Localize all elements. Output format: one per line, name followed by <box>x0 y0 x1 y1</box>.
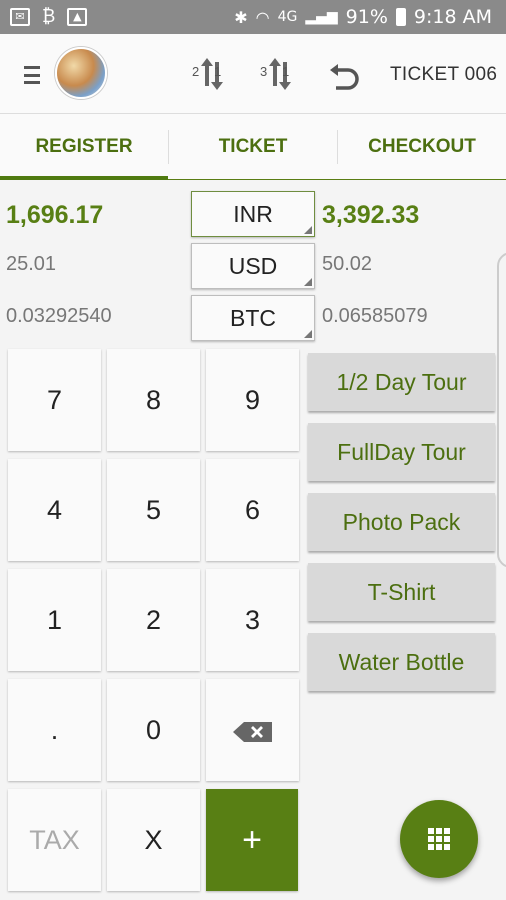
btc-amount-right: 0.06585079 <box>322 305 428 327</box>
currency-button-usd[interactable]: USD <box>191 243 315 289</box>
product-button-fullday-tour[interactable]: FullDay Tour <box>308 423 495 481</box>
backspace-icon <box>232 721 272 742</box>
sort-b-second: 1 <box>282 64 290 79</box>
usd-amount-left: 25.01 <box>6 253 57 275</box>
sort-button-b[interactable]: 3 1 <box>260 54 300 94</box>
notification-icons: ✉ ₿ ▲ <box>10 6 88 27</box>
sort-a-first: 2 <box>192 64 200 79</box>
currency-code: USD <box>228 253 278 279</box>
app-bar: 2 1 3 1 TICKET 006 <box>0 34 506 114</box>
edge-panel-handle[interactable] <box>497 252 506 568</box>
tab-checkout[interactable]: CHECKOUT <box>338 114 506 180</box>
currency-button-inr[interactable]: INR <box>191 191 315 237</box>
key-5[interactable]: 5 <box>107 459 200 561</box>
key-1[interactable]: 1 <box>8 569 101 671</box>
ticket-title: TICKET 006 <box>390 64 498 85</box>
bitcoin-icon: ₿ <box>42 6 56 27</box>
inr-amount-left: 1,696.17 <box>6 201 104 229</box>
network-label: 4G <box>277 9 298 25</box>
key-decimal[interactable]: . <box>8 679 101 781</box>
inr-amount-right: 3,392.33 <box>322 201 420 229</box>
add-button[interactable]: + <box>206 789 298 891</box>
pos-app: ✉ ₿ ▲ ✱ ◠ 4G ▂▄▆ 91% 9:18 AM 2 1 3 1 TIC… <box>0 0 506 900</box>
wifi-icon: ◠ <box>255 7 270 27</box>
grid-icon <box>428 828 450 850</box>
app-logo[interactable] <box>55 47 107 99</box>
battery-icon <box>395 8 406 26</box>
key-4[interactable]: 4 <box>8 459 101 561</box>
key-7[interactable]: 7 <box>8 349 101 451</box>
image-icon: ▲ <box>67 7 88 26</box>
undo-icon <box>330 64 359 90</box>
key-0[interactable]: 0 <box>107 679 200 781</box>
currency-button-btc[interactable]: BTC <box>191 295 315 341</box>
key-3[interactable]: 3 <box>206 569 299 671</box>
currency-code: BTC <box>230 305 276 331</box>
product-button-water-bottle[interactable]: Water Bottle <box>308 633 495 691</box>
product-button-t-shirt[interactable]: T-Shirt <box>308 563 495 621</box>
dropdown-corner-icon <box>304 330 312 338</box>
tab-register[interactable]: REGISTER <box>0 114 168 180</box>
system-icons: ✱ ◠ 4G ▂▄▆ 91% 9:18 AM <box>234 6 492 28</box>
currency-row-inr: 1,696.17 INR 3,392.33 <box>0 191 506 241</box>
key-8[interactable]: 8 <box>107 349 200 451</box>
status-bar: ✉ ₿ ▲ ✱ ◠ 4G ▂▄▆ 91% 9:18 AM <box>0 0 506 34</box>
undo-button[interactable] <box>328 58 362 92</box>
currency-row-btc: 0.03292540 BTC 0.06585079 <box>0 295 506 345</box>
tax-button[interactable]: TAX <box>8 789 101 891</box>
key-6[interactable]: 6 <box>206 459 299 561</box>
key-2[interactable]: 2 <box>107 569 200 671</box>
currency-code: INR <box>233 201 273 227</box>
sort-a-second: 1 <box>214 64 222 79</box>
active-tab-indicator <box>0 176 168 180</box>
keypad-toggle-fab[interactable] <box>400 800 478 878</box>
product-button-half-day-tour[interactable]: 1/2 Day Tour <box>308 353 495 411</box>
tab-bar: REGISTER TICKET CHECKOUT <box>0 114 506 180</box>
dropdown-corner-icon <box>304 278 312 286</box>
battery-percent: 91% <box>345 6 388 28</box>
btc-amount-left: 0.03292540 <box>6 305 112 327</box>
currency-row-usd: 25.01 USD 50.02 <box>0 243 506 293</box>
sort-b-first: 3 <box>260 64 268 79</box>
menu-icon[interactable] <box>24 66 40 84</box>
mail-icon: ✉ <box>10 7 30 26</box>
sort-button-a[interactable]: 2 1 <box>192 54 232 94</box>
multiply-button[interactable]: X <box>107 789 200 891</box>
dropdown-corner-icon <box>304 226 312 234</box>
clock: 9:18 AM <box>413 6 492 28</box>
backspace-button[interactable] <box>206 679 299 781</box>
tab-ticket[interactable]: TICKET <box>169 114 337 180</box>
product-button-photo-pack[interactable]: Photo Pack <box>308 493 495 551</box>
bluetooth-icon: ✱ <box>234 7 248 27</box>
signal-icon: ▂▄▆ <box>305 9 338 25</box>
key-9[interactable]: 9 <box>206 349 299 451</box>
usd-amount-right: 50.02 <box>322 253 373 275</box>
